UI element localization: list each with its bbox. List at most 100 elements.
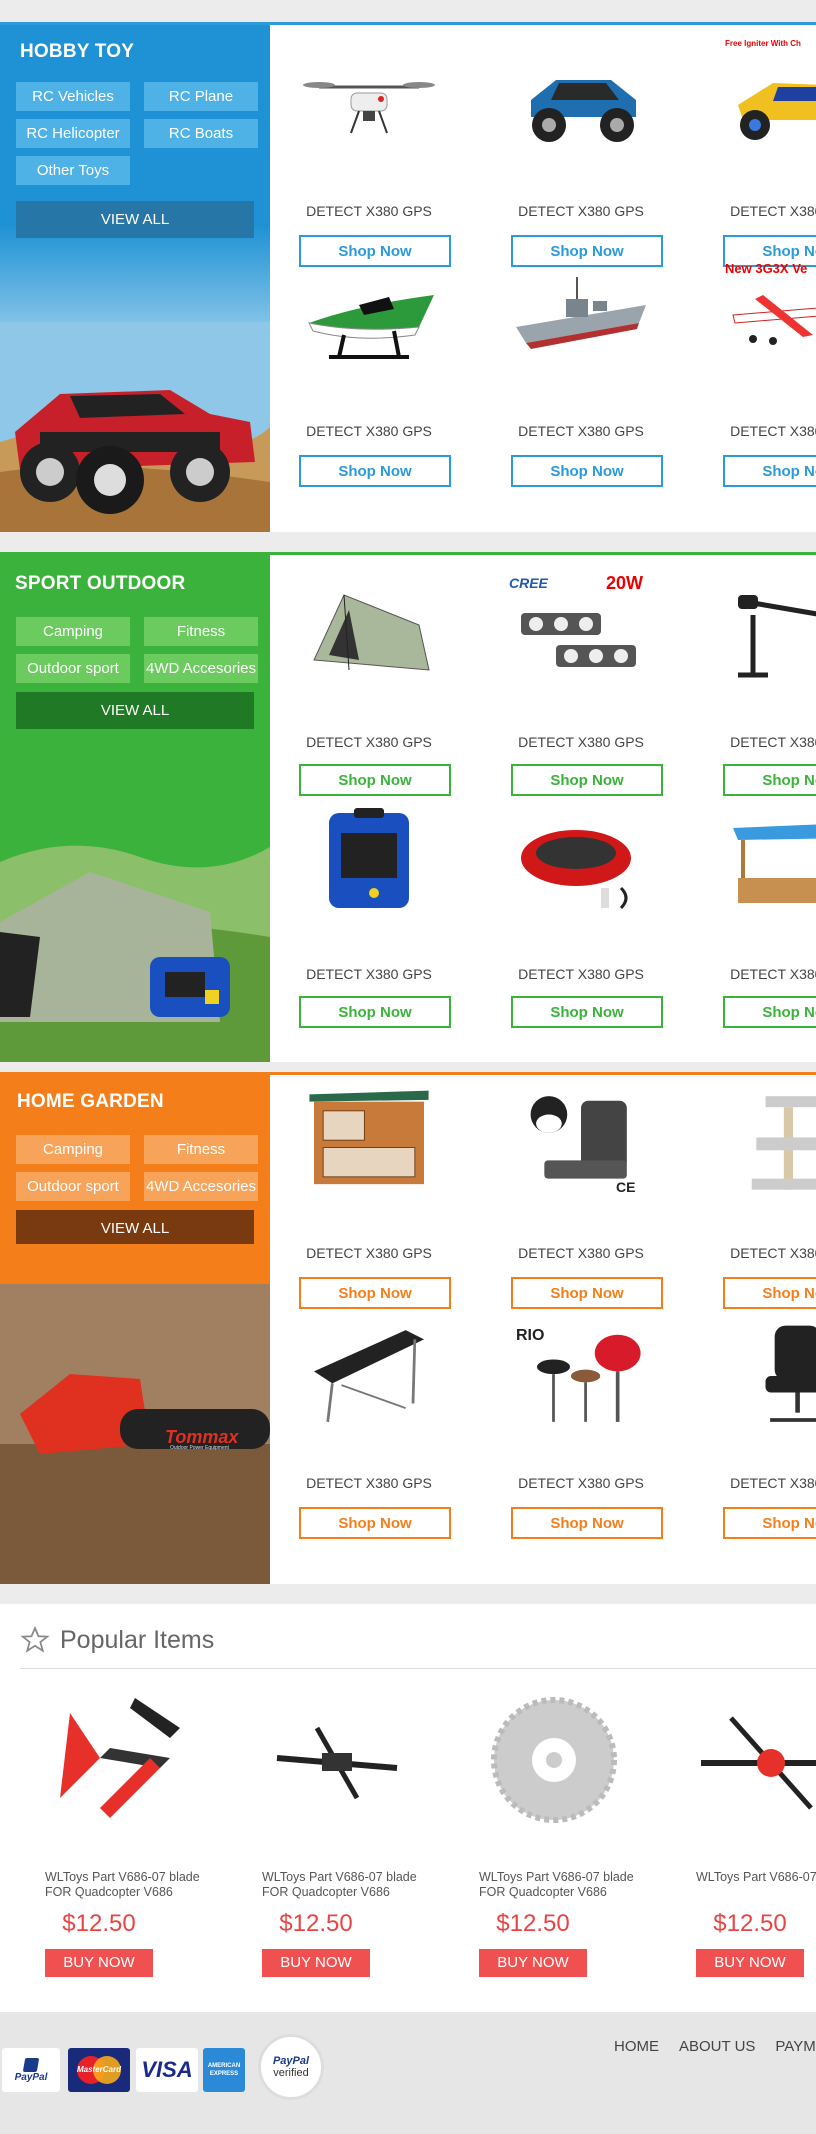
shop-now-button[interactable]: Shop Now xyxy=(723,764,816,796)
product-name: DETECT X380 GPS xyxy=(518,423,644,439)
led-lights-image xyxy=(521,613,636,667)
shop-now-button[interactable]: Shop Now xyxy=(511,235,663,267)
bar-stools-image xyxy=(537,1334,641,1422)
buy-now-button[interactable]: BUY NOW xyxy=(696,1949,804,1977)
shop-now-button[interactable]: Shop Now xyxy=(299,996,451,1028)
visa-logo: VISA xyxy=(136,2048,198,2092)
hobby-sky-bg xyxy=(0,225,270,335)
footer-link-about-us[interactable]: ABOUT US xyxy=(679,2038,755,2055)
category-rc-vehicles[interactable]: RC Vehicles xyxy=(16,82,130,111)
category-other-toys[interactable]: Other Toys xyxy=(16,156,130,185)
category-fitness[interactable]: Fitness xyxy=(144,1135,258,1164)
sport-product-grid: DETECT X380 GPS Shop Now CREE 20W DETECT… xyxy=(270,555,816,1062)
product-name: DETECT X380 GPS xyxy=(518,1475,644,1491)
product-name: DETECT X380 GPS xyxy=(730,1245,816,1261)
product-name: DETECT X380 GPS xyxy=(730,203,816,219)
shop-now-button[interactable]: Shop Now xyxy=(299,1507,451,1539)
category-camping[interactable]: Camping xyxy=(16,1135,130,1164)
amex-logo: AMERICAN EXPRESS xyxy=(203,2048,245,2092)
category-rc-helicopter[interactable]: RC Helicopter xyxy=(16,119,130,148)
product-name: DETECT X380 GPS xyxy=(730,423,816,439)
product-name: DETECT X380 GPS xyxy=(518,203,644,219)
shop-now-button[interactable]: Shop Now xyxy=(299,235,451,267)
category-outdoor-sport[interactable]: Outdoor sport xyxy=(16,1172,130,1201)
product-name: DETECT X380 GPS xyxy=(306,1245,432,1261)
category-fitness[interactable]: Fitness xyxy=(144,617,258,646)
category-list: Camping Fitness Outdoor sport 4WD Acceso… xyxy=(16,1135,258,1201)
shop-now-button[interactable]: Shop Now xyxy=(299,764,451,796)
product-name: DETECT X380 GPS xyxy=(518,966,644,982)
footer-link-payment[interactable]: PAYMENT xyxy=(775,2038,816,2055)
buy-now-button[interactable]: BUY NOW xyxy=(479,1949,587,1977)
divider xyxy=(20,1668,816,1669)
view-all-button[interactable]: VIEW ALL xyxy=(16,692,254,729)
item-price: $12.50 xyxy=(279,1910,353,1937)
category-rc-boats[interactable]: RC Boats xyxy=(144,119,258,148)
home-garden-section: HOME GARDEN Camping Fitness Outdoor spor… xyxy=(0,1072,816,1584)
sport-outdoor-section: SPORT OUTDOOR Camping Fitness Outdoor sp… xyxy=(0,552,816,1062)
product-name: DETECT X380 GPS xyxy=(306,203,432,219)
mastercard-label: MasterCard xyxy=(76,2065,121,2074)
shop-now-button[interactable]: Shop Now xyxy=(511,455,663,487)
shop-now-button[interactable]: Shop Now xyxy=(511,996,663,1028)
category-rc-plane[interactable]: RC Plane xyxy=(144,82,258,111)
shop-now-button[interactable]: Shop Now xyxy=(511,764,663,796)
shop-now-button[interactable]: Shop Now xyxy=(723,1277,816,1309)
paypal-verified-badge: PayPal verified xyxy=(258,2034,324,2100)
product-badge: CE xyxy=(616,1179,636,1195)
footer-link-home[interactable]: HOME xyxy=(614,2038,659,2055)
product-name: DETECT X380 GPS xyxy=(306,423,432,439)
product-name: DETECT X380 GPS xyxy=(518,1245,644,1261)
view-all-button[interactable]: VIEW ALL xyxy=(16,201,254,238)
massage-table-image xyxy=(314,1330,424,1422)
speedboat-image xyxy=(308,295,434,359)
office-chair-image xyxy=(765,1325,816,1422)
item-description: WLToys Part V686-07 blade FOR Quadcopter… xyxy=(45,1870,200,1899)
category-4wd-accesories[interactable]: 4WD Accesories xyxy=(144,654,258,683)
section-title: HOBBY TOY xyxy=(20,41,135,62)
camping-scene-image xyxy=(0,762,270,1062)
drone-image xyxy=(303,82,435,134)
product-name: DETECT X380 GPS xyxy=(730,1475,816,1491)
item-description: WLToys Part V686-07 blade FOR Quadcopter… xyxy=(696,1870,816,1884)
category-outdoor-sport[interactable]: Outdoor sport xyxy=(16,654,130,683)
vibration-plate-image xyxy=(521,830,631,910)
category-4wd-accesories[interactable]: 4WD Accesories xyxy=(144,1172,258,1201)
shop-now-button[interactable]: Shop Now xyxy=(299,1277,451,1309)
item-description: WLToys Part V686-07 blade FOR Quadcopter… xyxy=(479,1870,634,1899)
paypal-logo: PayPal xyxy=(2,2048,60,2092)
verified-label-bottom: verified xyxy=(273,2067,309,2079)
item-price: $12.50 xyxy=(496,1910,570,1937)
popular-items-section: Popular Items WLToys Part V686-07 blade … xyxy=(0,1604,816,2012)
footer: PayPal MasterCard VISA AMERICAN EXPRESS … xyxy=(0,2012,816,2134)
shop-now-button[interactable]: Shop Now xyxy=(723,1507,816,1539)
rc-truck-scene-image xyxy=(0,322,270,532)
mastercard-icon: MasterCard xyxy=(77,2056,121,2084)
hobby-sidebar: HOBBY TOY RC Vehicles RC Plane RC Helico… xyxy=(0,25,270,532)
product-name: DETECT X380 GPS xyxy=(306,734,432,750)
buy-now-button[interactable]: BUY NOW xyxy=(45,1949,153,1977)
shop-now-button[interactable]: Shop Now xyxy=(299,455,451,487)
hobby-product-grid: DETECT X380 GPS Shop Now DETECT X380 GPS… xyxy=(270,25,816,532)
buggy-image xyxy=(738,83,816,140)
sandbox-image xyxy=(733,824,816,903)
view-all-button[interactable]: VIEW ALL xyxy=(16,1210,254,1247)
shop-now-button[interactable]: Shop Now xyxy=(511,1277,663,1309)
warship-image xyxy=(516,277,646,349)
hobby-toy-section: HOBBY TOY RC Vehicles RC Plane RC Helico… xyxy=(0,22,816,532)
product-name: DETECT X380 GPS xyxy=(306,1475,432,1491)
sport-sidebar: SPORT OUTDOOR Camping Fitness Outdoor sp… xyxy=(0,555,270,1062)
generator-image xyxy=(329,808,409,908)
product-name: DETECT X380 GPS xyxy=(306,966,432,982)
quad-frame-image xyxy=(701,1716,816,1810)
popular-title: Popular Items xyxy=(60,1625,215,1654)
buy-now-button[interactable]: BUY NOW xyxy=(262,1949,370,1977)
product-name: DETECT X380 GPS xyxy=(518,734,644,750)
shop-now-button[interactable]: Shop Now xyxy=(723,455,816,487)
star-icon xyxy=(20,1625,50,1653)
scene-tagline: Outdoor Power Equipment xyxy=(170,1445,229,1451)
shop-now-button[interactable]: Shop Now xyxy=(723,996,816,1028)
category-camping[interactable]: Camping xyxy=(16,617,130,646)
propeller-blades-image xyxy=(60,1698,180,1818)
shop-now-button[interactable]: Shop Now xyxy=(511,1507,663,1539)
